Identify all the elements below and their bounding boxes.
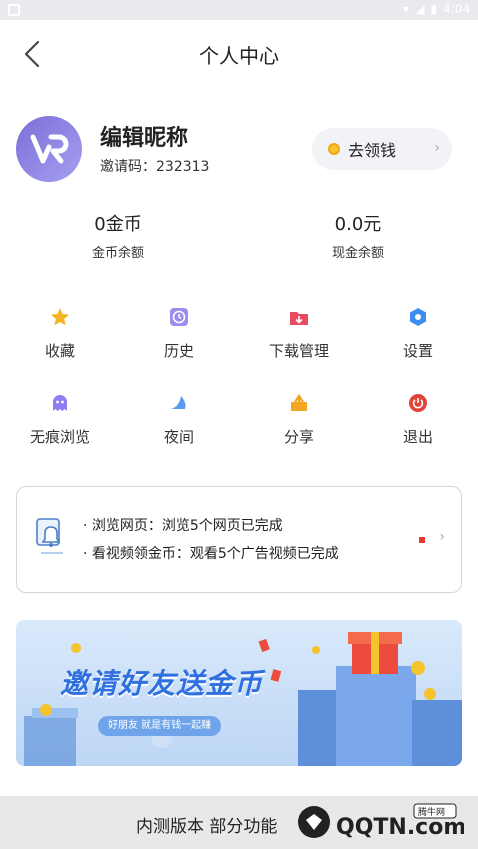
status-bar: ▾ ◢ ▮ 4:04 (0, 0, 478, 20)
signal-icon: ◢ (415, 2, 425, 16)
menu-label: 下载管理 (268, 342, 329, 360)
moon-icon (171, 396, 186, 409)
page-indicator (419, 537, 425, 543)
menu-item-night[interactable]: 夜间 (129, 392, 229, 447)
page-header: 个人中心 (0, 20, 478, 90)
page-title: 个人中心 (199, 44, 279, 68)
coin-balance-label: 金币余额 (91, 246, 144, 261)
power-icon (409, 394, 427, 412)
watermark-text: QQTN.com (336, 815, 464, 840)
share-icon (291, 393, 307, 411)
clock-icon (170, 308, 188, 326)
coin-icon (328, 143, 340, 155)
menu-label: 收藏 (44, 342, 75, 360)
clock: 4:04 (443, 2, 470, 16)
coin-balance-value: 0金币 (94, 214, 142, 235)
task-video: · 看视频领金币：观看5个广告视频已完成 (83, 546, 339, 562)
nickname[interactable]: 编辑昵称 (100, 120, 188, 152)
gear-icon (410, 308, 426, 326)
cash-balance[interactable]: 0.0元 现金余额 (278, 210, 438, 261)
ghost-icon (53, 395, 67, 411)
menu-item-incognito[interactable]: 无痕浏览 (10, 392, 110, 447)
menu-item-downloads[interactable]: 下载管理 (249, 306, 349, 361)
bell-task-icon (36, 518, 63, 554)
cash-balance-value: 0.0元 (334, 214, 382, 235)
wifi-icon: ▾ (403, 2, 410, 16)
menu-row-1: 收藏 历史 下载管理 设置 (0, 306, 478, 370)
menu-row-2: 无痕浏览 夜间 分享 退出 (0, 392, 478, 456)
menu-label: 分享 (283, 428, 314, 446)
task-browse: · 浏览网页：浏览5个网页已完成 (83, 518, 283, 534)
invite-code: 邀请码：232313 (100, 159, 210, 175)
watermark-tag: 腾牛网 (418, 806, 445, 818)
menu-label: 设置 (402, 342, 433, 360)
coin-balance[interactable]: 0金币 金币余额 (38, 210, 198, 261)
balances: 0金币 金币余额 0.0元 现金余额 (0, 210, 478, 270)
menu-label: 夜间 (163, 428, 194, 446)
qqtn-watermark-logo: QQTN.com 腾牛网 (298, 803, 464, 840)
star-icon (51, 308, 69, 326)
download-folder-icon (290, 312, 308, 325)
battery-icon: ▮ (430, 2, 438, 16)
menu-item-logout[interactable]: 退出 (368, 392, 468, 447)
avatar[interactable] (16, 116, 82, 182)
menu-item-favorites[interactable]: 收藏 (10, 306, 110, 361)
profile-section: 编辑昵称 邀请码：232313 去领钱 › (16, 114, 462, 186)
task-card[interactable]: · 浏览网页：浏览5个网页已完成 · 看视频领金币：观看5个广告视频已完成 › (16, 486, 462, 593)
chevron-right-icon: › (434, 140, 440, 156)
get-money-label: 去领钱 (348, 141, 397, 160)
menu-item-share[interactable]: 分享 (249, 392, 349, 447)
menu-item-history[interactable]: 历史 (129, 306, 229, 361)
menu-label: 退出 (402, 428, 433, 446)
banner-title: 邀请好友送金币 (60, 667, 264, 700)
vr-logo-icon (30, 134, 69, 164)
cash-balance-label: 现金余额 (331, 246, 384, 261)
notification-icon (8, 4, 20, 16)
menu-label: 历史 (163, 342, 194, 360)
beta-notice-bar: 内测版本 部分功能 QQTN.com 腾牛网 (0, 796, 478, 849)
invite-banner[interactable]: 邀请好友送金币 好朋友 就是有钱一起赚 (16, 620, 462, 766)
chevron-right-icon: › (439, 529, 445, 545)
beta-notice-text: 内测版本 部分功能 (136, 817, 278, 837)
menu-item-settings[interactable]: 设置 (368, 306, 468, 361)
get-money-button[interactable]: 去领钱 › (312, 128, 452, 170)
status-icons: ▾ ◢ ▮ 4:04 (403, 2, 470, 16)
banner-subtitle: 好朋友 就是有钱一起赚 (98, 716, 222, 736)
menu-label: 无痕浏览 (29, 428, 90, 446)
